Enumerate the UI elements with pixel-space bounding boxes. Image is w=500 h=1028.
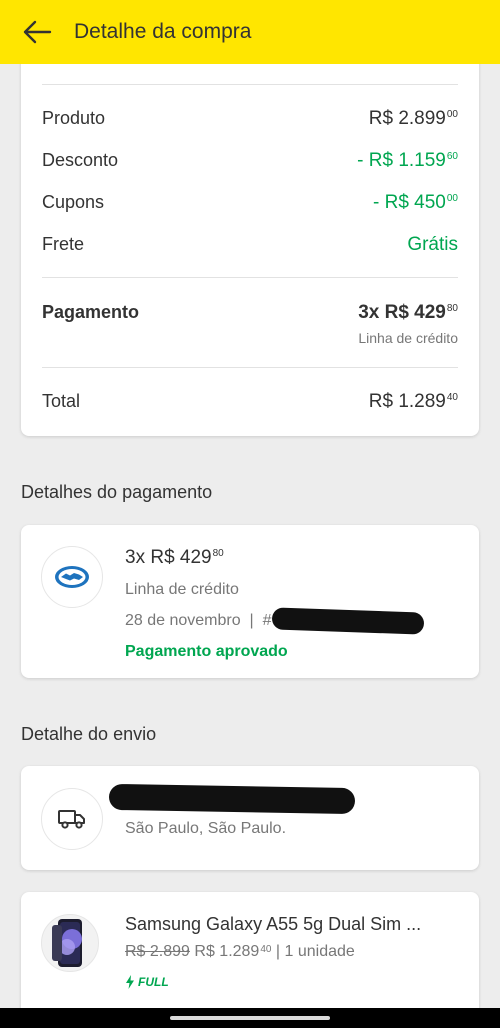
- summary-label: Desconto: [42, 150, 119, 170]
- payment-label: Pagamento: [42, 302, 140, 322]
- product-quantity: | 1 unidade: [271, 943, 355, 960]
- summary-row-coupons: Cupons - R$ 45000: [42, 192, 458, 214]
- summary-value: - R$ 45000: [373, 192, 458, 213]
- redacted-transaction-id: [271, 607, 425, 635]
- full-badge: FULL: [125, 975, 459, 989]
- section-title-payment: Detalhes do pagamento: [21, 482, 213, 502]
- summary-row-product: Produto R$ 2.89900: [42, 108, 458, 130]
- product-price: R$ 1.28940: [194, 943, 272, 960]
- shipping-city: São Paulo, São Paulo.: [125, 820, 287, 837]
- payment-details-card[interactable]: 3x R$ 42980 Linha de crédito 28 de novem…: [21, 525, 479, 678]
- payment-date: 28 de novembro | #: [125, 612, 276, 629]
- summary-row-total: Total R$ 1.28940: [42, 391, 458, 413]
- page-title: Detalhe da compra: [74, 20, 252, 43]
- shipping-card[interactable]: São Paulo, São Paulo.: [21, 766, 479, 870]
- order-summary-card: Produto R$ 2.89900 Desconto - R$ 1.15960…: [21, 40, 479, 436]
- summary-value: - R$ 1.15960: [357, 150, 458, 171]
- app-header: Detalhe da compra: [0, 0, 500, 64]
- summary-value: Grátis: [407, 234, 458, 255]
- payment-icon-circle: [41, 546, 103, 608]
- arrow-left-icon: [23, 20, 52, 44]
- payment-method-note: Linha de crédito: [358, 330, 458, 346]
- payment-value: 3x R$ 42980: [358, 302, 458, 323]
- divider: [42, 367, 458, 368]
- payment-status: Pagamento aprovado: [125, 643, 288, 660]
- mercado-pago-handshake-icon: [55, 566, 89, 588]
- product-old-price: R$ 2.899: [125, 943, 190, 960]
- smartphone-image-icon: [52, 919, 82, 967]
- payment-info: 3x R$ 42980 Linha de crédito 28 de novem…: [125, 547, 459, 661]
- total-label: Total: [42, 391, 81, 411]
- divider: [42, 84, 458, 85]
- product-price-row: R$ 2.899 R$ 1.28940 | 1 unidade: [125, 943, 459, 961]
- summary-label: Cupons: [42, 192, 105, 212]
- summary-row-discount: Desconto - R$ 1.15960: [42, 150, 458, 172]
- summary-label: Frete: [42, 234, 85, 254]
- payment-date-row: 28 de novembro | #: [125, 607, 459, 635]
- divider: [42, 277, 458, 278]
- summary-row-shipping: Frete Grátis: [42, 234, 458, 256]
- payment-amount: 3x R$ 42980: [125, 547, 224, 568]
- home-gesture-pill[interactable]: [170, 1016, 330, 1020]
- section-title-shipping: Detalhe do envio: [21, 724, 157, 744]
- product-name[interactable]: Samsung Galaxy A55 5g Dual Sim ...: [125, 914, 459, 935]
- payment-method: Linha de crédito: [125, 581, 239, 598]
- lightning-icon: [126, 975, 134, 989]
- shipping-icon-circle: [41, 788, 103, 850]
- total-value: R$ 1.28940: [368, 391, 458, 412]
- redacted-address: [108, 783, 356, 815]
- back-button[interactable]: [0, 0, 74, 64]
- summary-value: R$ 2.89900: [368, 108, 458, 129]
- system-nav-bar: [0, 1008, 500, 1028]
- full-badge-label: FULL: [138, 975, 169, 989]
- summary-row-payment: Pagamento 3x R$ 42980 Linha de crédito: [42, 302, 458, 346]
- product-info: Samsung Galaxy A55 5g Dual Sim ... R$ 2.…: [125, 914, 459, 989]
- shipping-info: São Paulo, São Paulo.: [108, 783, 459, 838]
- truck-icon: [58, 810, 85, 829]
- payment-value-group: 3x R$ 42980 Linha de crédito: [358, 302, 458, 346]
- product-thumbnail: [41, 914, 99, 972]
- summary-label: Produto: [42, 108, 106, 128]
